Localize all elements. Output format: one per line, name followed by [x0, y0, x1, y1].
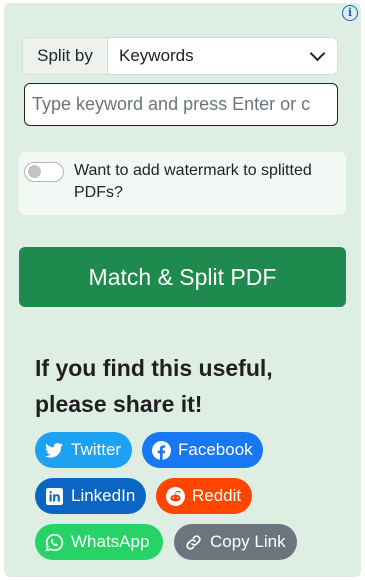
chevron-down-icon: [309, 45, 326, 61]
share-whatsapp-button[interactable]: WhatsApp: [35, 524, 163, 560]
whatsapp-icon: [44, 532, 64, 552]
reddit-icon: [165, 486, 185, 506]
toggle-knob: [28, 165, 41, 178]
info-icon[interactable]: i: [342, 5, 358, 21]
share-reddit-button[interactable]: Reddit: [156, 478, 252, 514]
watermark-option: Want to add watermark to splitted PDFs?: [19, 152, 346, 215]
share-whatsapp-label: WhatsApp: [71, 532, 150, 551]
facebook-icon: [151, 440, 171, 460]
share-reddit-label: Reddit: [192, 486, 242, 505]
share-twitter-button[interactable]: Twitter: [35, 432, 132, 468]
share-copy-link-button[interactable]: Copy Link: [174, 524, 297, 560]
share-linkedin-label: LinkedIn: [71, 486, 136, 505]
share-facebook-button[interactable]: Facebook: [142, 432, 263, 468]
watermark-label: Want to add watermark to splitted PDFs?: [74, 162, 312, 201]
share-heading: If you find this useful, please share it…: [35, 355, 273, 417]
twitter-icon: [44, 440, 64, 460]
share-twitter-label: Twitter: [71, 440, 122, 459]
linkedin-icon: [44, 486, 64, 506]
split-by-group: Split by Keywords: [22, 37, 338, 75]
keyword-input[interactable]: [24, 83, 338, 126]
split-by-label: Split by: [23, 38, 108, 74]
split-by-value: Keywords: [119, 46, 194, 65]
watermark-toggle[interactable]: [24, 162, 64, 182]
link-icon: [183, 532, 203, 552]
share-facebook-label: Facebook: [178, 440, 253, 459]
match-split-button[interactable]: Match & Split PDF: [19, 247, 346, 307]
split-by-select[interactable]: Keywords: [108, 38, 337, 74]
share-copy-link-label: Copy Link: [210, 532, 286, 551]
share-linkedin-button[interactable]: LinkedIn: [35, 478, 146, 514]
